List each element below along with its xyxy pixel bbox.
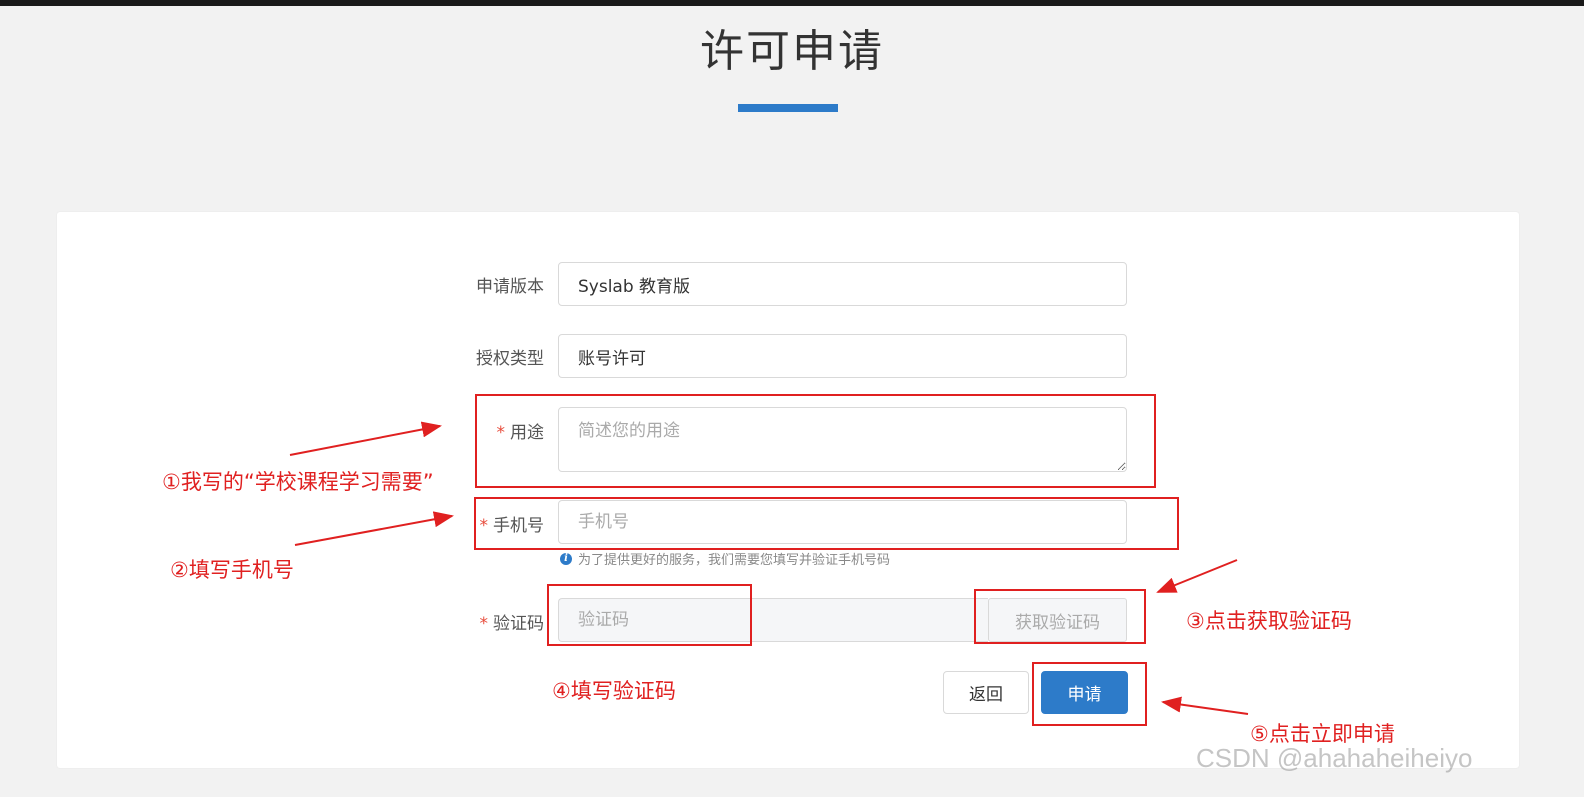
watermark: CSDN @ahahaheiheiyo bbox=[1196, 743, 1473, 773]
arrow-2 bbox=[294, 511, 454, 546]
annotation-4: ④填写验证码 bbox=[552, 679, 676, 703]
annotation-3: ③点击获取验证码 bbox=[1186, 609, 1352, 633]
annotation-1: ①我写的“学校课程学习需要” bbox=[162, 470, 434, 494]
annotation-arrows bbox=[289, 421, 1249, 715]
arrow-3 bbox=[1156, 559, 1238, 593]
annotation-2: ②填写手机号 bbox=[170, 558, 294, 582]
arrow-5 bbox=[1161, 696, 1249, 715]
arrow-1 bbox=[289, 421, 442, 456]
